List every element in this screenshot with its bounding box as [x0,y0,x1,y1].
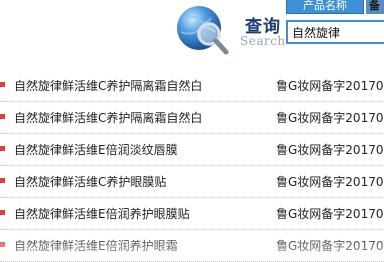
product-name-link[interactable]: 自然旋律鲜活维C养护眼膜贴 [14,173,166,190]
product-name-link[interactable]: 自然旋律鲜活维E倍润养护眼膜贴 [14,205,190,222]
license-number: 鲁G妆网备字201700 [276,239,384,253]
license-number: 鲁G妆网备字201700 [276,79,384,93]
search-box [286,20,384,44]
tab-filing[interactable]: 备 [366,0,384,14]
globe-magnifier-icon [177,6,229,55]
result-list: 自然旋律鲜活维C养护隔离霜自然白 鲁G妆网备字201700 自然旋律鲜活维C养护… [0,70,384,262]
license-number: 鲁G妆网备字201700 [276,207,384,221]
list-item[interactable]: 自然旋律鲜活维C养护隔离霜自然白 鲁G妆网备字201700 [0,102,384,134]
search-tabs: 产品名称 备 [286,0,384,14]
bullet-icon [0,210,5,215]
search-header: 查询 Search 产品名称 备 [0,0,384,64]
logo-subtitle: Search [240,34,286,48]
list-item[interactable]: 自然旋律鲜活维E倍润养护眼膜贴 鲁G妆网备字201700 [0,198,384,230]
product-name-link[interactable]: 自然旋律鲜活维C养护隔离霜自然白 [14,77,202,94]
list-item[interactable]: 自然旋律鲜活维C养护隔离霜自然白 鲁G妆网备字201700 [0,70,384,102]
license-number: 鲁G妆网备字201700 [276,143,384,157]
license-number: 鲁G妆网备字201700 [276,175,384,189]
license-number: 鲁G妆网备字201700 [276,111,384,125]
list-item[interactable]: 自然旋律鲜活维C养护眼膜贴 鲁G妆网备字201700 [0,166,384,198]
product-name-link[interactable]: 自然旋律鲜活维E倍润养护眼霜 [14,237,178,254]
product-name-link[interactable]: 自然旋律鲜活维C养护隔离霜自然白 [14,109,202,126]
search-input[interactable] [292,22,382,42]
bullet-icon [0,242,5,247]
bullet-icon [0,146,5,151]
tab-product-name[interactable]: 产品名称 [286,0,364,14]
product-name-link[interactable]: 自然旋律鲜活维E倍润淡纹唇膜 [14,141,178,158]
bullet-icon [0,82,5,87]
bullet-icon [0,114,5,119]
list-item[interactable]: 自然旋律鲜活维E倍润淡纹唇膜 鲁G妆网备字201700 [0,134,384,166]
bullet-icon [0,178,5,183]
list-item[interactable]: 自然旋律鲜活维E倍润养护眼霜 鲁G妆网备字201700 [0,230,384,262]
